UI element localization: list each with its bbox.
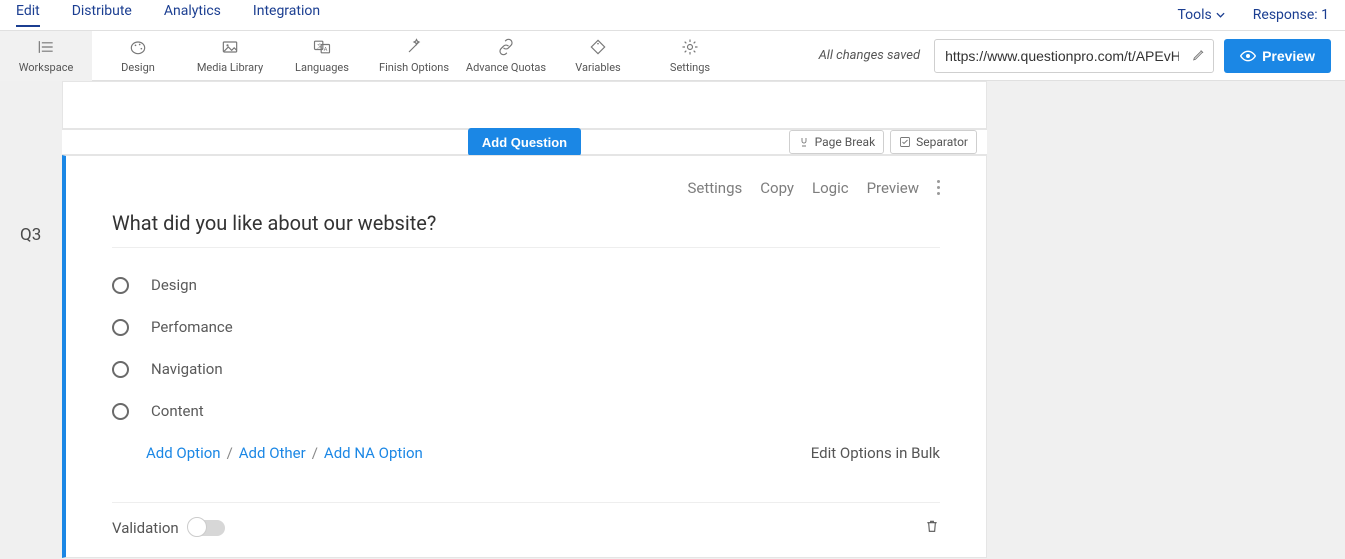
tab-integration[interactable]: Integration — [253, 3, 320, 27]
validation-label: Validation — [112, 519, 179, 537]
top-nav-right: Tools Response: 1 — [1177, 7, 1329, 23]
tab-distribute[interactable]: Distribute — [72, 3, 132, 27]
option-row[interactable]: Navigation — [112, 360, 940, 378]
tool-design[interactable]: Design — [92, 31, 184, 81]
checkbox-icon — [899, 136, 911, 148]
add-other-link[interactable]: Add Other — [239, 444, 306, 462]
workspace-icon — [35, 37, 57, 57]
option-row[interactable]: Design — [112, 276, 940, 294]
page-break-label: Page Break — [815, 135, 876, 149]
tool-label: Design — [121, 61, 155, 74]
caret-down-icon — [1216, 12, 1225, 18]
tool-label: Finish Options — [379, 61, 449, 74]
gear-icon — [679, 37, 701, 57]
tool-label: Media Library — [197, 61, 263, 74]
q-action-settings[interactable]: Settings — [687, 179, 742, 197]
option-label[interactable]: Design — [151, 276, 197, 294]
option-label[interactable]: Navigation — [151, 360, 223, 378]
insert-bar-right: Page Break Separator — [789, 130, 977, 154]
question-title[interactable]: What did you like about our website? — [112, 211, 940, 248]
tab-analytics[interactable]: Analytics — [164, 3, 221, 27]
q-action-preview[interactable]: Preview — [867, 179, 919, 197]
option-row[interactable]: Content — [112, 402, 940, 420]
palette-icon — [127, 37, 149, 57]
page-block-placeholder — [62, 81, 987, 129]
more-icon[interactable] — [937, 178, 940, 197]
tools-label: Tools — [1177, 7, 1211, 23]
add-option-link[interactable]: Add Option — [146, 444, 221, 462]
tool-label: Workspace — [19, 61, 74, 74]
editor-canvas: Add Question Page Break Separator Q3 Set… — [0, 81, 1345, 559]
tool-settings[interactable]: Settings — [644, 31, 736, 81]
tool-variables[interactable]: Variables — [552, 31, 644, 81]
q-action-logic[interactable]: Logic — [812, 179, 849, 197]
tool-finish-options[interactable]: Finish Options — [368, 31, 460, 81]
separator-button[interactable]: Separator — [890, 130, 977, 154]
top-nav-left: Edit Distribute Analytics Integration — [16, 3, 320, 27]
tool-languages[interactable]: 文A Languages — [276, 31, 368, 81]
insert-bar: Add Question Page Break Separator — [62, 129, 987, 155]
toggle-knob — [187, 517, 207, 537]
tag-icon — [587, 37, 609, 57]
page-break-icon — [798, 136, 810, 148]
response-count[interactable]: Response: 1 — [1253, 7, 1329, 23]
question-number: Q3 — [20, 225, 41, 245]
pencil-icon[interactable] — [1192, 46, 1206, 65]
translate-icon: 文A — [311, 37, 333, 57]
option-row[interactable]: Perfomance — [112, 318, 940, 336]
eye-icon — [1240, 50, 1256, 62]
add-question-button[interactable]: Add Question — [468, 128, 581, 156]
q-action-copy[interactable]: Copy — [760, 179, 794, 197]
radio-icon[interactable] — [112, 361, 129, 378]
radio-icon[interactable] — [112, 277, 129, 294]
magic-wand-icon — [403, 37, 425, 57]
top-nav: Edit Distribute Analytics Integration To… — [0, 0, 1345, 31]
save-status: All changes saved — [819, 48, 920, 63]
tool-label: Advance Quotas — [466, 61, 546, 74]
page-break-button[interactable]: Page Break — [789, 130, 885, 154]
tool-media-library[interactable]: Media Library — [184, 31, 276, 81]
option-label[interactable]: Perfomance — [151, 318, 233, 336]
card-footer: Validation — [112, 502, 940, 539]
link-icon — [495, 37, 517, 57]
survey-url-wrap — [934, 39, 1214, 73]
option-actions: Add Option / Add Other / Add NA Option E… — [112, 444, 940, 462]
survey-url-input[interactable] — [934, 39, 1214, 73]
radio-icon[interactable] — [112, 403, 129, 420]
tool-workspace[interactable]: Workspace — [0, 31, 92, 81]
separator-label: Separator — [916, 135, 968, 149]
edit-bulk-link[interactable]: Edit Options in Bulk — [811, 444, 940, 462]
separator-slash: / — [227, 444, 233, 462]
validation-toggle[interactable] — [189, 520, 225, 536]
tool-label: Variables — [575, 61, 621, 74]
separator-slash: / — [312, 444, 318, 462]
image-icon — [219, 37, 241, 57]
add-na-link[interactable]: Add NA Option — [324, 444, 423, 462]
tool-advance-quotas[interactable]: Advance Quotas — [460, 31, 552, 81]
tools-dropdown[interactable]: Tools — [1177, 7, 1224, 23]
question-actions: Settings Copy Logic Preview — [112, 178, 940, 197]
radio-icon[interactable] — [112, 319, 129, 336]
preview-label: Preview — [1262, 48, 1315, 64]
trash-icon[interactable] — [924, 517, 940, 539]
tab-edit[interactable]: Edit — [16, 3, 40, 27]
toolbar: Workspace Design Media Library 文A Langua… — [0, 31, 1345, 81]
preview-button[interactable]: Preview — [1224, 39, 1331, 73]
svg-text:A: A — [324, 47, 328, 53]
tool-label: Languages — [295, 61, 349, 74]
option-label[interactable]: Content — [151, 402, 204, 420]
question-card: Settings Copy Logic Preview What did you… — [62, 155, 987, 558]
svg-text:文: 文 — [317, 42, 323, 50]
tool-label: Settings — [670, 61, 710, 74]
